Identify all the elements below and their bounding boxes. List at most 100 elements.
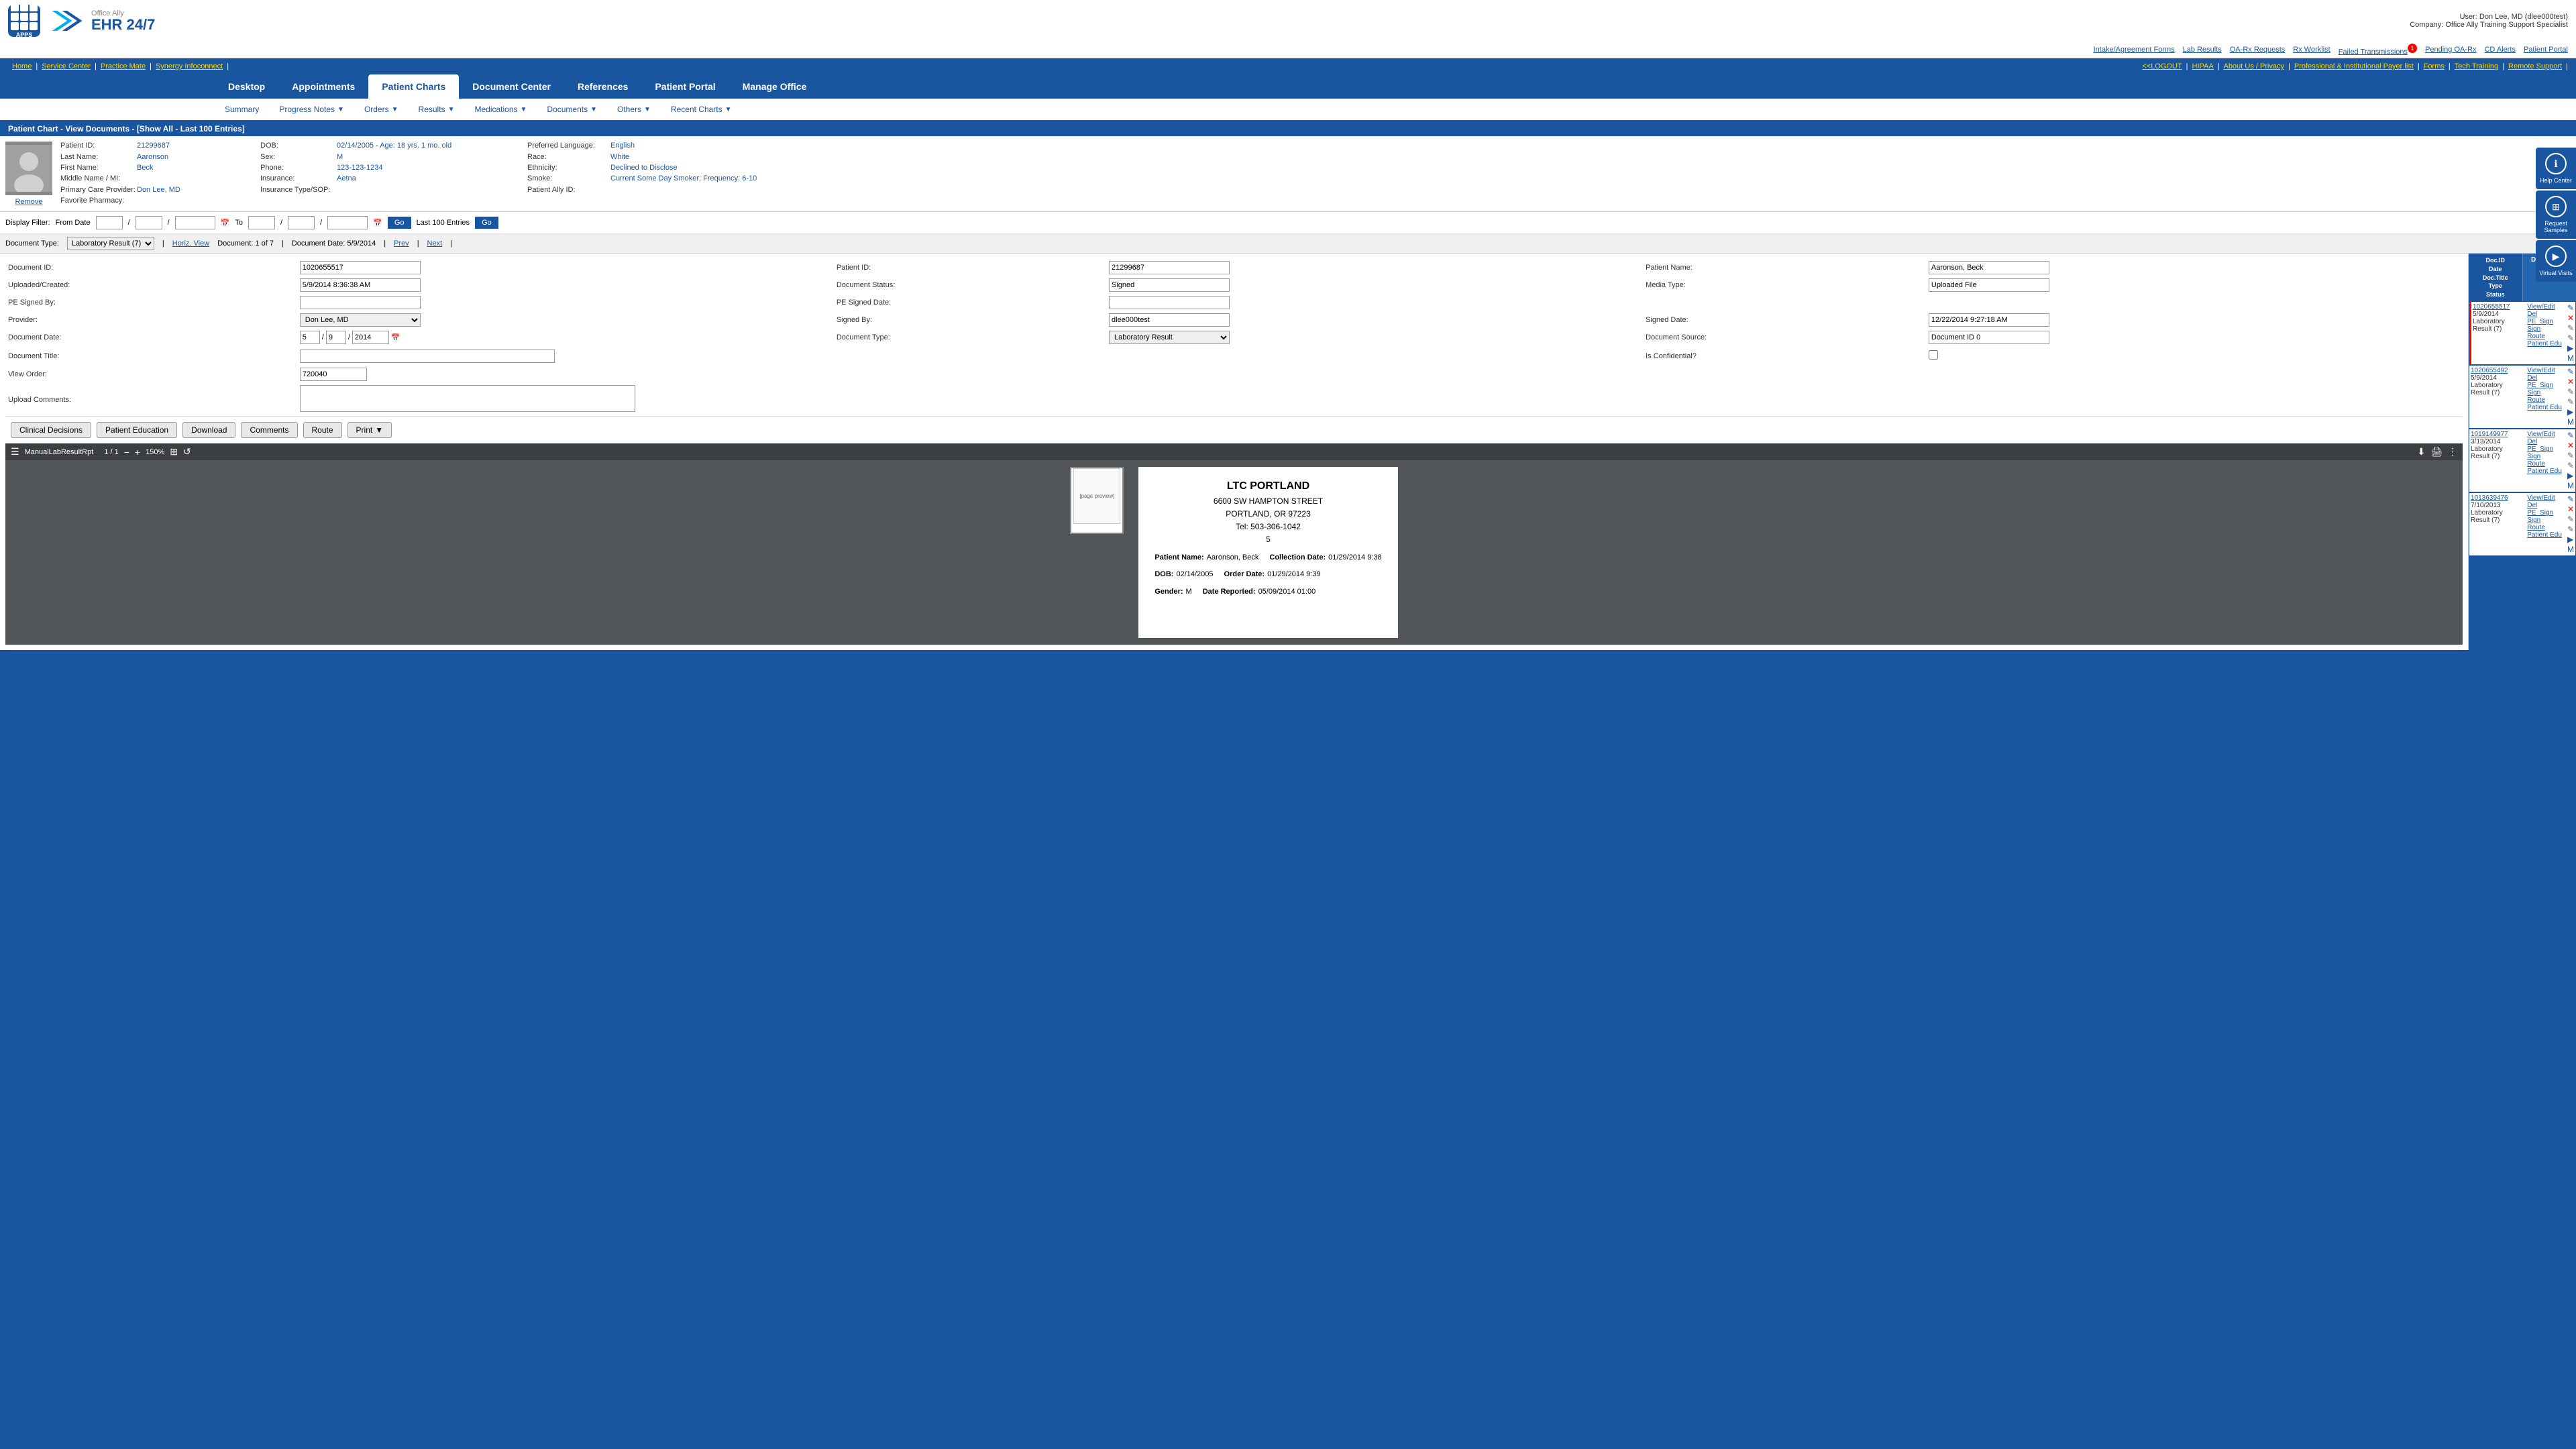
help-center-btn[interactable]: ℹ Help Center xyxy=(2536,148,2576,189)
clinical-decisions-btn[interactable]: Clinical Decisions xyxy=(11,422,91,438)
from-date-m[interactable] xyxy=(96,216,123,229)
tab-manage-office[interactable]: Manage Office xyxy=(729,74,820,99)
patient-name-input[interactable] xyxy=(1929,261,2049,274)
tab-document-center[interactable]: Document Center xyxy=(459,74,564,99)
pe-signed-input[interactable] xyxy=(300,296,421,309)
route-2[interactable]: Route xyxy=(2527,396,2562,404)
view-edit-4[interactable]: View/Edit xyxy=(2527,494,2562,502)
tab-desktop[interactable]: Desktop xyxy=(215,74,278,99)
pe-sign-4[interactable]: PE_Sign xyxy=(2527,509,2562,517)
patient-edu-4[interactable]: Patient Edu xyxy=(2527,531,2562,539)
signed-by-input[interactable] xyxy=(1109,313,1230,327)
pdf-rotate-btn[interactable]: ↺ xyxy=(183,446,191,458)
to-date-m[interactable] xyxy=(248,216,275,229)
provider-select[interactable]: Don Lee, MD xyxy=(300,313,421,327)
doc-date-d-input[interactable] xyxy=(326,331,346,344)
forms-link[interactable]: Forms xyxy=(2420,61,2449,72)
pdf-print-btn[interactable]: 🖨 xyxy=(2430,446,2443,458)
subtab-orders[interactable]: Orders ▼ xyxy=(354,99,409,120)
patient-portal-link[interactable]: Patient Portal xyxy=(2524,46,2568,54)
tab-references[interactable]: References xyxy=(564,74,642,99)
print-btn[interactable]: Print ▼ xyxy=(347,422,392,438)
comments-btn[interactable]: Comments xyxy=(241,422,297,438)
subtab-others[interactable]: Others ▼ xyxy=(607,99,661,120)
sign-4[interactable]: Sign xyxy=(2527,517,2562,524)
pdf-download-btn[interactable]: ⬇ xyxy=(2417,446,2425,458)
service-center-link[interactable]: Service Center xyxy=(38,61,95,72)
tab-patient-charts[interactable]: Patient Charts xyxy=(368,74,459,99)
remove-link[interactable]: Remove xyxy=(15,198,43,206)
go-button-2[interactable]: Go xyxy=(475,217,498,229)
doc-id-3[interactable]: 1019149977 xyxy=(2471,431,2522,438)
from-date-y[interactable] xyxy=(175,216,215,229)
subtab-recent-charts[interactable]: Recent Charts ▼ xyxy=(661,99,742,120)
from-date-d[interactable] xyxy=(136,216,162,229)
doc-date-y-input[interactable] xyxy=(352,331,389,344)
sign-1[interactable]: Sign xyxy=(2527,325,2562,333)
del-4[interactable]: Del xyxy=(2527,502,2562,509)
del-2[interactable]: Del xyxy=(2527,374,2562,382)
view-order-input[interactable] xyxy=(300,368,367,381)
doctype-select[interactable]: Laboratory Result (7) xyxy=(67,237,154,250)
payer-list-link[interactable]: Professional & Institutional Payer list xyxy=(2290,61,2418,72)
cd-alerts-link[interactable]: CD Alerts xyxy=(2484,46,2515,54)
rx-worklist-link[interactable]: Rx Worklist xyxy=(2293,46,2330,54)
patient-education-btn[interactable]: Patient Education xyxy=(97,422,177,438)
horiz-view-link[interactable]: Horiz. View xyxy=(172,239,209,248)
doc-id-input[interactable] xyxy=(300,261,421,274)
del-3[interactable]: Del xyxy=(2527,438,2562,445)
tech-training-link[interactable]: Tech Training xyxy=(2451,61,2502,72)
uploaded-input[interactable] xyxy=(300,278,421,292)
is-confidential-checkbox[interactable] xyxy=(1929,348,1938,362)
pending-oa-rx-link[interactable]: Pending OA-Rx xyxy=(2425,46,2476,54)
doc-date-m-input[interactable] xyxy=(300,331,320,344)
route-btn[interactable]: Route xyxy=(303,422,342,438)
apps-icon[interactable]: APPS xyxy=(8,5,40,37)
pdf-more-btn[interactable]: ⋮ xyxy=(2448,446,2457,458)
pdf-zoom-in-btn[interactable]: + xyxy=(135,447,140,458)
doc-source-input[interactable] xyxy=(1929,331,2049,344)
doc-id-4[interactable]: 1013639476 xyxy=(2471,494,2522,502)
doc-id-2[interactable]: 1020655492 xyxy=(2471,367,2522,374)
subtab-progress-notes[interactable]: Progress Notes ▼ xyxy=(269,99,354,120)
prev-link[interactable]: Prev xyxy=(394,239,409,248)
pdf-zoom-out-btn[interactable]: − xyxy=(124,447,129,458)
go-button-1[interactable]: Go xyxy=(388,217,411,229)
upload-comments-textarea[interactable] xyxy=(300,385,635,412)
pe-sign-3[interactable]: PE_Sign xyxy=(2527,445,2562,453)
oa-rx-link[interactable]: OA-Rx Requests xyxy=(2230,46,2286,54)
subtab-results[interactable]: Results ▼ xyxy=(409,99,465,120)
subtab-documents[interactable]: Documents ▼ xyxy=(537,99,607,120)
view-edit-1[interactable]: View/Edit xyxy=(2527,303,2562,311)
sign-3[interactable]: Sign xyxy=(2527,453,2562,460)
pdf-menu-btn[interactable]: ☰ xyxy=(11,446,19,458)
pe-sign-1[interactable]: PE_Sign xyxy=(2527,318,2562,325)
to-date-d[interactable] xyxy=(288,216,315,229)
next-link[interactable]: Next xyxy=(427,239,443,248)
patient-edu-2[interactable]: Patient Edu xyxy=(2527,404,2562,411)
doc-status-input[interactable] xyxy=(1109,278,1230,292)
synergy-link[interactable]: Synergy Infoconnect xyxy=(152,61,227,72)
doc-id-1[interactable]: 1020655517 xyxy=(2473,303,2522,311)
about-link[interactable]: About Us / Privacy xyxy=(2220,61,2288,72)
intake-forms-link[interactable]: Intake/Agreement Forms xyxy=(2094,46,2175,54)
calendar-icon2[interactable]: 📅 xyxy=(373,219,382,227)
to-date-y[interactable] xyxy=(327,216,368,229)
calendar-icon1[interactable]: 📅 xyxy=(221,219,230,227)
patient-edu-3[interactable]: Patient Edu xyxy=(2527,468,2562,475)
remote-support-link[interactable]: Remote Support xyxy=(2504,61,2566,72)
logout-link[interactable]: <<LOGOUT xyxy=(2138,61,2186,72)
failed-trans-link[interactable]: Failed Transmissions xyxy=(2339,48,2408,56)
sign-2[interactable]: Sign xyxy=(2527,389,2562,396)
view-edit-2[interactable]: View/Edit xyxy=(2527,367,2562,374)
download-btn[interactable]: Download xyxy=(182,422,235,438)
home-link[interactable]: Home xyxy=(8,61,36,72)
route-1[interactable]: Route xyxy=(2527,333,2562,340)
patient-edu-1[interactable]: Patient Edu xyxy=(2527,340,2562,347)
hipaa-link[interactable]: HIPAA xyxy=(2188,61,2218,72)
signed-date-input[interactable] xyxy=(1929,313,2049,327)
doc-date-cal-icon[interactable]: 📅 xyxy=(391,333,400,342)
del-1[interactable]: Del xyxy=(2527,311,2562,318)
doc-type-select[interactable]: Laboratory Result xyxy=(1109,331,1230,344)
practice-mate-link[interactable]: Practice Mate xyxy=(97,61,150,72)
